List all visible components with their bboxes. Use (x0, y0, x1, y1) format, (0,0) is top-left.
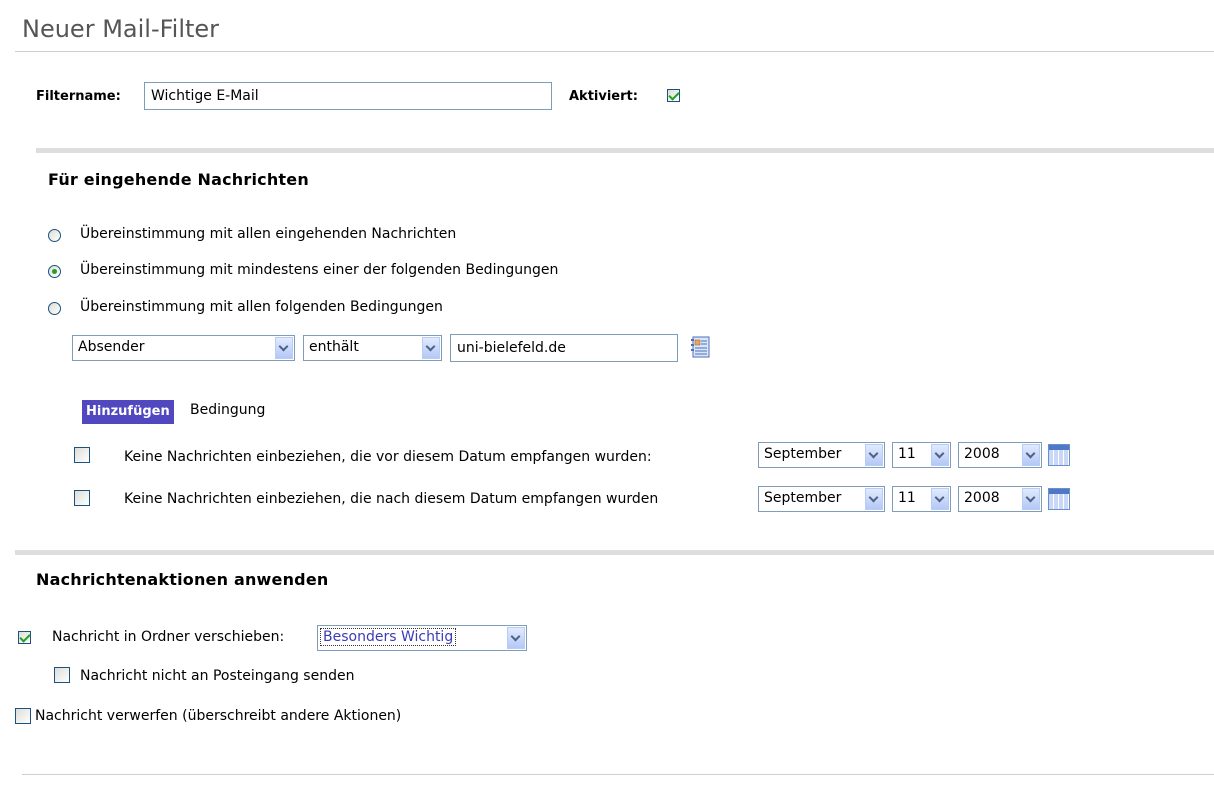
chevron-down-icon[interactable] (865, 444, 883, 466)
radio-label-match-all-conditions: Übereinstimmung mit allen folgenden Bedi… (80, 299, 443, 315)
actions-section-title: Nachrichtenaktionen anwenden (36, 570, 329, 589)
radio-match-any-condition[interactable] (48, 265, 61, 278)
chevron-down-icon[interactable] (931, 488, 949, 510)
radio-label-match-all-incoming: Übereinstimmung mit allen eingehenden Na… (80, 226, 457, 242)
incoming-section-title: Für eingehende Nachrichten (48, 170, 309, 189)
date-before-day-value: 11 (898, 446, 916, 462)
date-after-day-select[interactable]: 11 (892, 486, 951, 512)
incoming-section-divider (36, 148, 1214, 153)
folder-select[interactable]: Besonders Wichtig (317, 625, 527, 651)
condition-value-input[interactable]: uni-bielefeld.de (450, 334, 678, 362)
move-to-folder-label: Nachricht in Ordner verschieben: (52, 629, 285, 645)
calendar-icon[interactable] (1048, 444, 1070, 466)
date-before-year-value: 2008 (964, 446, 1000, 462)
date-before-year-select[interactable]: 2008 (958, 442, 1042, 468)
chevron-down-icon[interactable] (865, 488, 883, 510)
actions-section-divider (15, 550, 1214, 555)
date-before-day-select[interactable]: 11 (892, 442, 951, 468)
add-condition-button[interactable]: Hinzufügen (82, 400, 174, 424)
radio-match-all-conditions[interactable] (48, 302, 61, 315)
discard-checkbox[interactable] (15, 708, 31, 724)
filtername-input[interactable]: Wichtige E-Mail (144, 82, 552, 110)
add-condition-label: Bedingung (190, 402, 266, 418)
discard-label: Nachricht verwerfen (überschreibt andere… (35, 708, 402, 724)
date-after-day-value: 11 (898, 490, 916, 506)
no-inbox-label: Nachricht nicht an Posteingang senden (80, 668, 355, 684)
date-before-month-select[interactable]: September (758, 442, 885, 468)
date-after-month-select[interactable]: September (758, 486, 885, 512)
date-before-month-value: September (764, 446, 842, 462)
chevron-down-icon[interactable] (1022, 444, 1040, 466)
radio-match-all-incoming[interactable] (48, 229, 61, 242)
radio-label-match-any-condition: Übereinstimmung mit mindestens einer der… (80, 262, 559, 278)
chevron-down-icon[interactable] (507, 627, 525, 649)
date-after-month-value: September (764, 490, 842, 506)
condition-field-select[interactable]: Absender (72, 335, 295, 361)
condition-field-value: Absender (78, 339, 145, 355)
folder-select-value: Besonders Wichtig (319, 628, 457, 646)
date-after-year-value: 2008 (964, 490, 1000, 506)
no-inbox-checkbox[interactable] (54, 667, 70, 683)
chevron-down-icon[interactable] (1022, 488, 1040, 510)
condition-operator-select[interactable]: enthält (303, 335, 442, 361)
date-before-label: Keine Nachrichten einbeziehen, die vor d… (124, 449, 652, 465)
condition-operator-value: enthält (309, 339, 359, 355)
chevron-down-icon[interactable] (422, 337, 440, 359)
calendar-icon[interactable] (1048, 488, 1070, 510)
date-before-checkbox[interactable] (74, 447, 90, 463)
address-book-icon[interactable] (689, 335, 713, 359)
date-after-year-select[interactable]: 2008 (958, 486, 1042, 512)
chevron-down-icon[interactable] (275, 337, 293, 359)
activated-label: Aktiviert: (569, 89, 638, 104)
date-after-label: Keine Nachrichten einbeziehen, die nach … (124, 491, 659, 507)
chevron-down-icon[interactable] (931, 444, 949, 466)
move-to-folder-checkbox[interactable] (18, 631, 31, 644)
bottom-divider (22, 774, 1214, 775)
date-after-checkbox[interactable] (74, 490, 90, 506)
activated-checkbox[interactable] (667, 89, 680, 102)
title-divider (15, 51, 1214, 52)
filtername-label: Filtername: (36, 89, 121, 104)
page-title: Neuer Mail-Filter (22, 15, 220, 43)
